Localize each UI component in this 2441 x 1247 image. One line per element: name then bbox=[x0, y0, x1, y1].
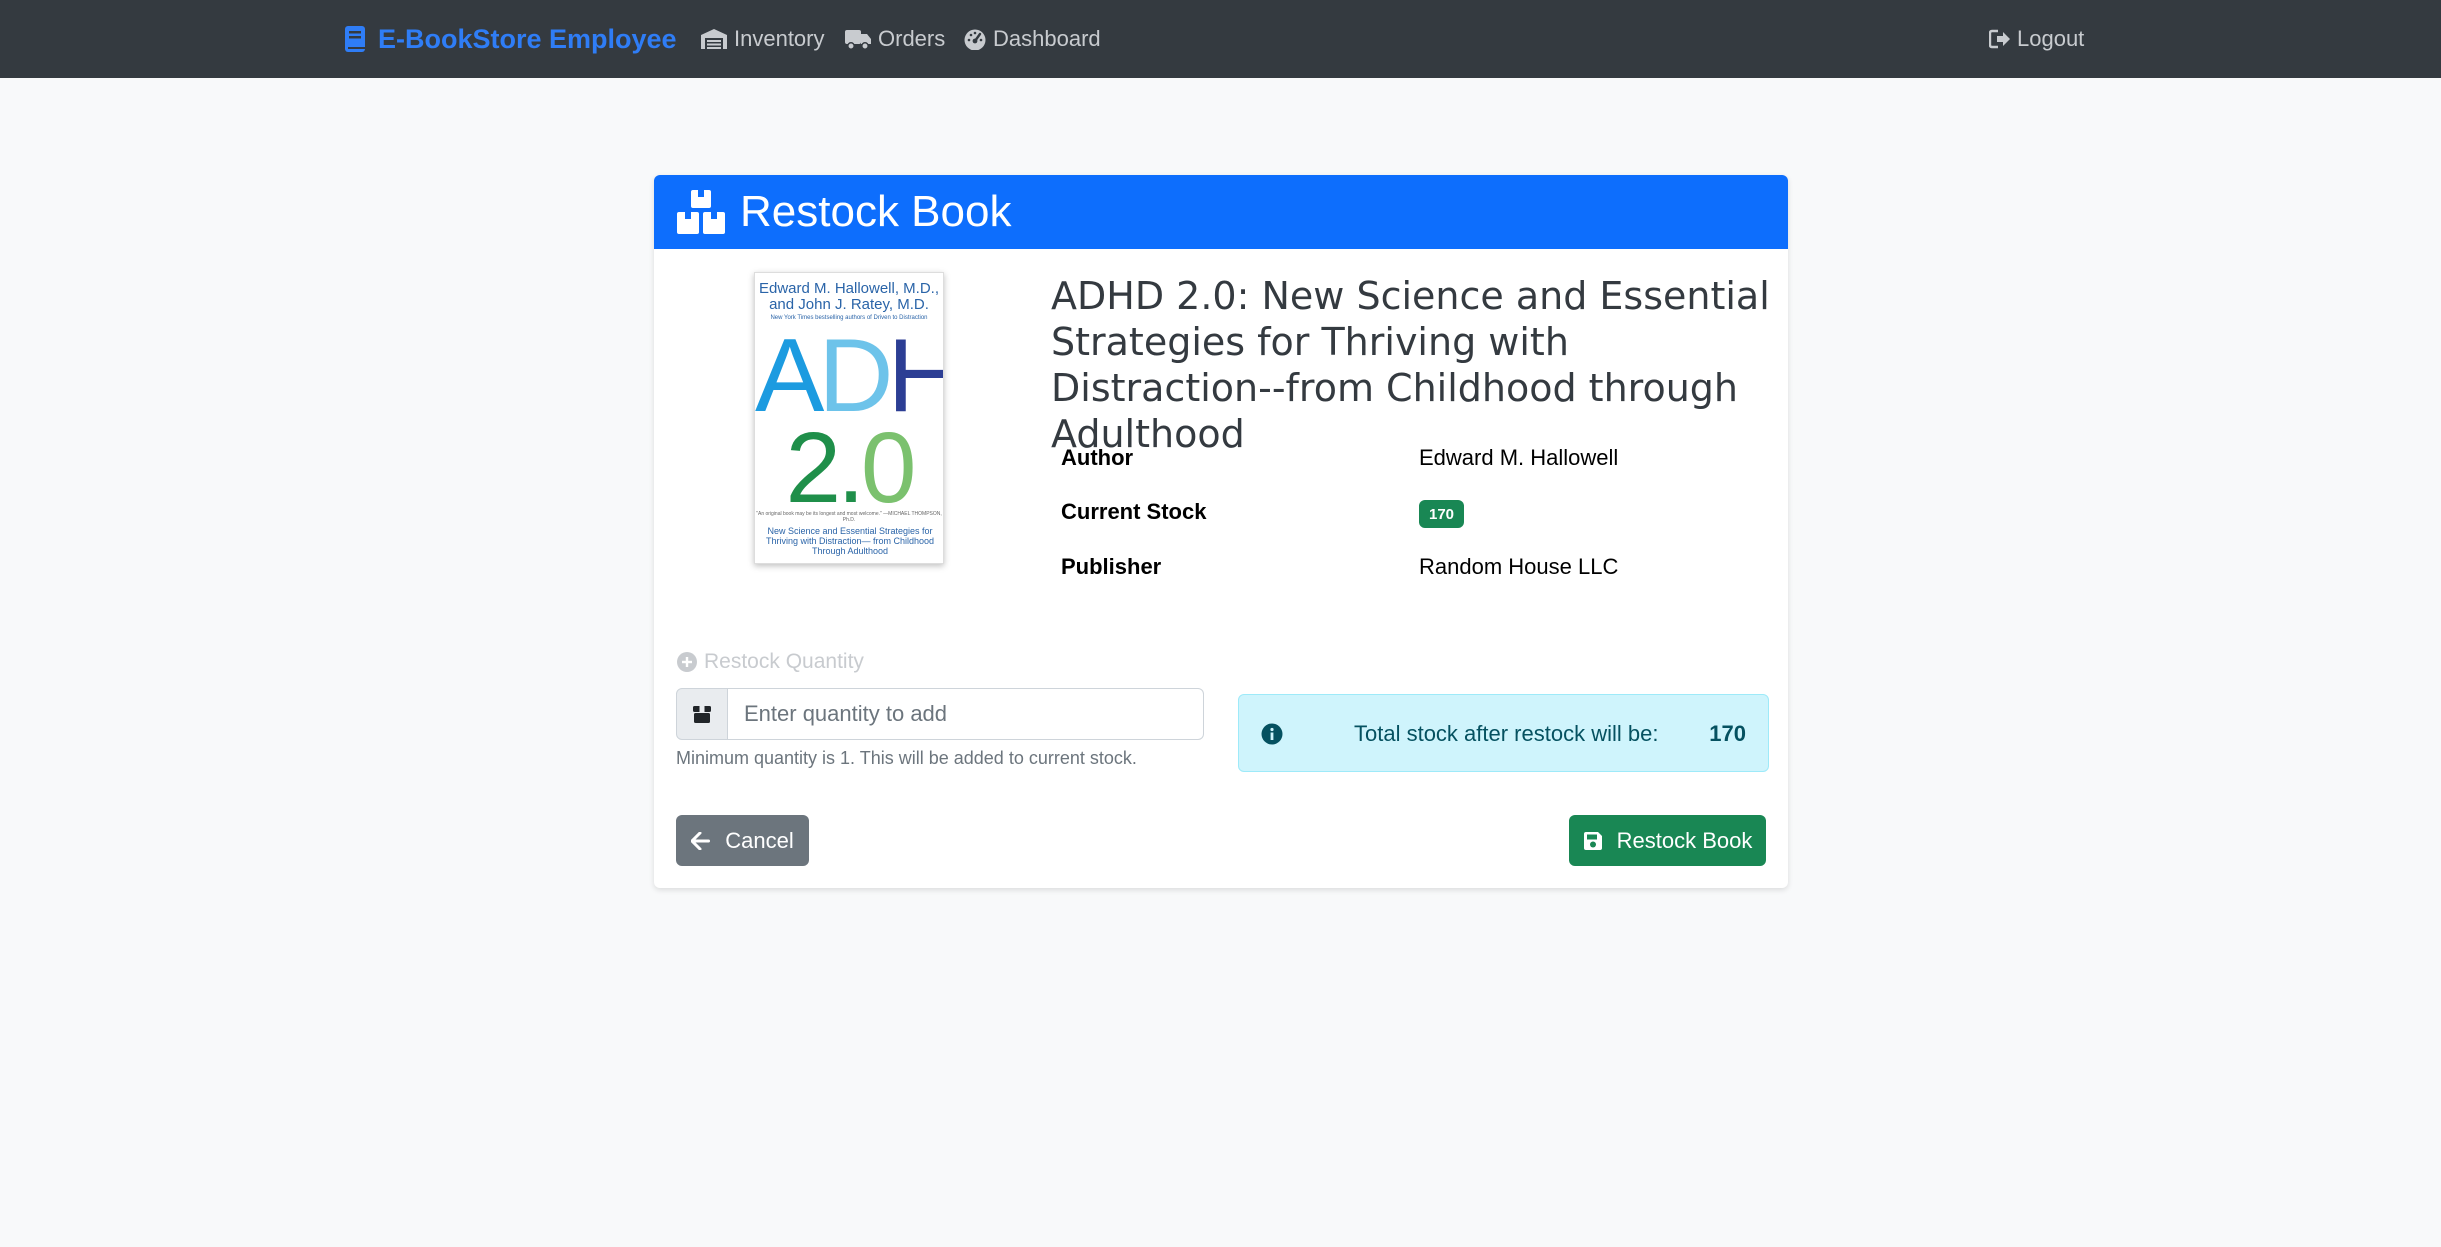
nav-orders[interactable]: Orders bbox=[844, 0, 945, 78]
cancel-button[interactable]: Cancel bbox=[676, 815, 809, 866]
book-title: ADHD 2.0: New Science and Essential Stra… bbox=[1051, 274, 1770, 456]
nav-dashboard-label: Dashboard bbox=[993, 26, 1101, 51]
total-stock-alert: Total stock after restock will be: 170 bbox=[1238, 694, 1769, 772]
logout-link[interactable]: Logout bbox=[1989, 0, 2084, 78]
book-cover-image: Edward M. Hallowell, M.D., and John J. R… bbox=[754, 272, 944, 564]
plus-circle-icon bbox=[677, 652, 697, 672]
cover-authors-line2: and John J. Ratey, M.D. bbox=[769, 296, 929, 313]
quantity-input-group bbox=[676, 688, 1204, 740]
cover-version-major: 2. bbox=[785, 412, 864, 524]
truck-icon bbox=[845, 30, 871, 50]
author-label: Author bbox=[1061, 445, 1134, 470]
restock-quantity-label: Restock Quantity bbox=[676, 650, 864, 674]
box-icon bbox=[693, 706, 711, 723]
brand-label: E-BookStore Employee bbox=[378, 23, 677, 54]
cover-subtitle: New Science and Essential Strategies for… bbox=[765, 526, 935, 556]
restock-quantity-text: Restock Quantity bbox=[704, 650, 864, 673]
input-addon bbox=[676, 688, 728, 740]
cover-quote: "An original book may be its longest and… bbox=[756, 511, 942, 523]
card-header: Restock Book bbox=[654, 175, 1788, 249]
arrow-left-icon bbox=[691, 831, 711, 850]
nav-inventory-label: Inventory bbox=[734, 26, 825, 51]
boxes-icon bbox=[677, 190, 725, 234]
nav-inventory[interactable]: Inventory bbox=[700, 0, 825, 78]
card-title: Restock Book bbox=[740, 187, 1012, 236]
cover-authors: Edward M. Hallowell, M.D., and John J. R… bbox=[755, 281, 943, 313]
restock-submit-button[interactable]: Restock Book bbox=[1569, 815, 1766, 866]
gauge-icon bbox=[964, 29, 986, 50]
restock-submit-label: Restock Book bbox=[1616, 827, 1753, 853]
nav-dashboard[interactable]: Dashboard bbox=[963, 0, 1101, 78]
quantity-input[interactable] bbox=[728, 688, 1204, 740]
top-navbar: E-BookStore Employee Inventory Orders Da… bbox=[0, 0, 2441, 78]
total-stock-text: Total stock after restock will be: bbox=[1354, 721, 1659, 746]
cancel-label: Cancel bbox=[725, 827, 794, 853]
brand-link[interactable]: E-BookStore Employee bbox=[344, 0, 677, 78]
warehouse-icon bbox=[701, 29, 727, 49]
publisher-value: Random House LLC bbox=[1419, 554, 1619, 579]
restock-card: Restock Book Edward M. Hallowell, M.D., … bbox=[654, 175, 1788, 888]
cover-version: 2.0 bbox=[755, 413, 943, 523]
nav-orders-label: Orders bbox=[878, 26, 946, 51]
publisher-label: Publisher bbox=[1061, 554, 1162, 579]
current-stock-badge: 170 bbox=[1419, 500, 1465, 528]
logout-label: Logout bbox=[2017, 26, 2085, 51]
total-stock-value: 170 bbox=[1709, 721, 1746, 746]
info-icon bbox=[1261, 723, 1283, 745]
cover-version-minor: 0 bbox=[860, 412, 917, 524]
sign-out-icon bbox=[1989, 29, 2010, 49]
save-icon bbox=[1583, 831, 1602, 850]
quantity-help-text: Minimum quantity is 1. This will be adde… bbox=[676, 748, 1137, 768]
book-icon bbox=[345, 26, 365, 52]
author-value: Edward M. Hallowell bbox=[1419, 445, 1619, 470]
current-stock-label: Current Stock bbox=[1061, 499, 1207, 524]
cover-authors-line1: Edward M. Hallowell, M.D., bbox=[758, 280, 940, 297]
